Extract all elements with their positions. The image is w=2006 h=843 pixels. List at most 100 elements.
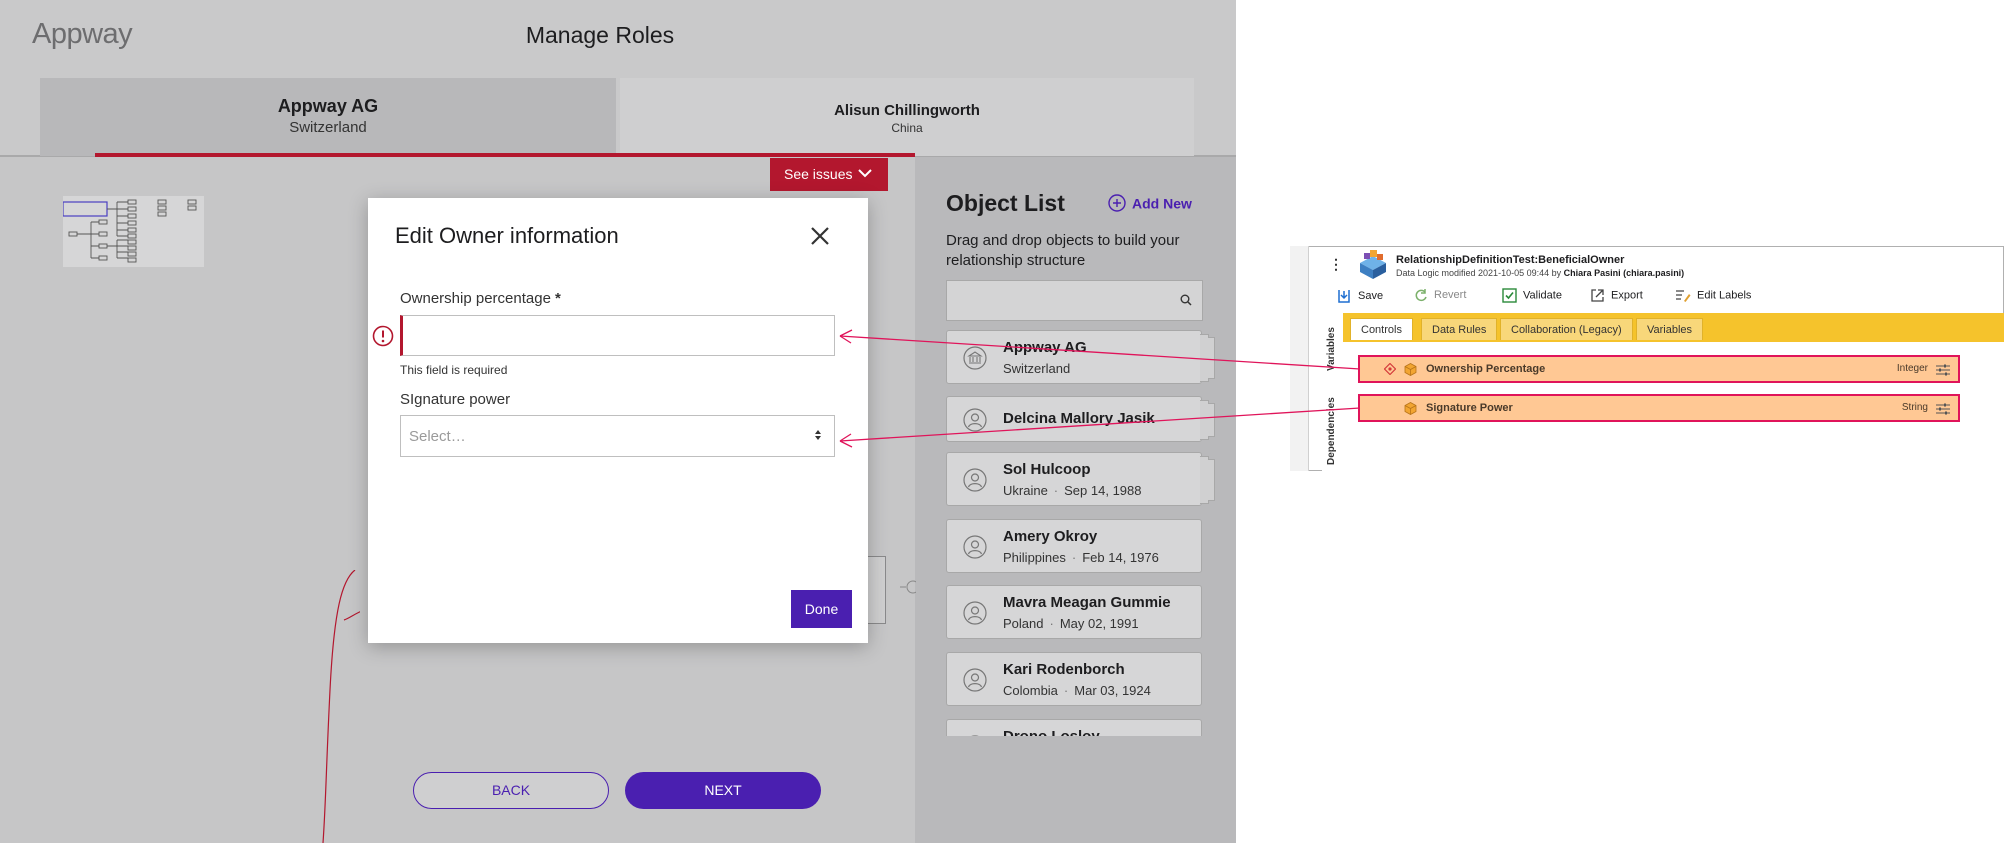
vtab-variables[interactable]: Variables xyxy=(1322,313,1343,375)
next-button[interactable]: NEXT xyxy=(625,772,821,809)
object-list: Appway AG Switzerland Delcina Mallory Ja… xyxy=(946,330,1221,736)
revert-label: Revert xyxy=(1434,289,1467,301)
ownership-percentage-input[interactable] xyxy=(400,315,835,356)
minimap-diagram xyxy=(62,199,197,263)
save-icon xyxy=(1338,290,1350,303)
control-row-signature-power[interactable]: Signature Power String xyxy=(1358,394,1960,422)
tab-title: Alisun Chillingworth xyxy=(834,102,980,119)
item-meta: Poland · May 02, 1991 xyxy=(1003,616,1139,631)
save-label: Save xyxy=(1358,290,1384,302)
edit-owner-modal: Edit Owner information Ownership percent… xyxy=(368,198,868,643)
add-new-button[interactable]: Add New xyxy=(1108,194,1192,212)
add-new-label: Add New xyxy=(1132,195,1192,212)
back-button[interactable]: BACK xyxy=(413,772,609,809)
item-name: Delcina Mallory Jasik xyxy=(1003,410,1155,427)
more-menu-icon[interactable]: ⋮ xyxy=(1329,256,1343,273)
bank-icon xyxy=(963,346,987,370)
card-stack-shadow xyxy=(1208,403,1215,437)
person-icon xyxy=(963,601,987,625)
vtab-dependencies[interactable]: Dependencies xyxy=(1322,381,1343,471)
close-icon[interactable] xyxy=(808,224,832,248)
item-country: Colombia xyxy=(1003,683,1058,698)
tab-appway-ag[interactable]: Appway AG Switzerland xyxy=(40,78,616,156)
item-meta: Ukraine · Sep 14, 1988 xyxy=(1003,483,1142,498)
signature-power-label: SIgnature power xyxy=(400,391,511,408)
item-country: Philippines xyxy=(1003,550,1066,565)
sliders-icon[interactable] xyxy=(1936,364,1950,376)
canvas-node-handle[interactable] xyxy=(900,578,916,596)
validate-button[interactable]: Validate xyxy=(1502,288,1562,303)
ide-title: RelationshipDefinitionTest:BeneficialOwn… xyxy=(1396,254,1625,266)
list-item[interactable]: Kari Rodenborch Colombia · Mar 03, 1924 xyxy=(946,652,1202,706)
list-item[interactable]: Amery Okroy Philippines · Feb 14, 1976 xyxy=(946,519,1202,573)
object-list-title: Object List xyxy=(946,190,1065,216)
control-type: Integer xyxy=(1896,363,1928,374)
edit-labels-label: Edit Labels xyxy=(1697,289,1752,302)
item-country: Ukraine xyxy=(1003,483,1048,498)
card-stack-shadow xyxy=(1208,459,1215,501)
list-item[interactable]: Sol Hulcoop Ukraine · Sep 14, 1988 xyxy=(946,452,1215,506)
item-name: Sol Hulcoop xyxy=(1003,461,1091,478)
item-date: Feb 14, 1976 xyxy=(1082,550,1159,565)
person-icon xyxy=(963,668,987,692)
item-meta: Colombia · Mar 03, 1924 xyxy=(1003,683,1151,698)
item-date: Sep 14, 1988 xyxy=(1064,483,1142,498)
control-name: Ownership Percentage xyxy=(1426,363,1546,375)
cube-icon xyxy=(1404,363,1417,376)
tab-variables[interactable]: Variables xyxy=(1636,318,1704,340)
person-icon xyxy=(963,535,987,559)
see-issues-button[interactable]: See issues xyxy=(770,158,888,191)
canvas-minimap[interactable] xyxy=(62,196,204,267)
page-title: Manage Roles xyxy=(525,22,675,48)
tab-data-rules[interactable]: Data Rules xyxy=(1421,318,1498,340)
tab-alisun-chillingworth[interactable]: Alisun Chillingworth China xyxy=(620,78,1194,156)
object-search-input[interactable] xyxy=(946,280,1203,321)
edit-labels-button[interactable]: Edit Labels xyxy=(1675,288,1751,303)
tab-controls[interactable]: Controls xyxy=(1350,318,1413,340)
item-meta: Switzerland xyxy=(1003,361,1070,376)
revert-button[interactable]: Revert xyxy=(1414,288,1466,302)
control-row-ownership-percentage[interactable]: Ownership Percentage Integer xyxy=(1358,355,1960,383)
item-name: Kari Rodenborch xyxy=(1003,661,1125,678)
select-placeholder: Select… xyxy=(409,428,466,445)
select-arrows-icon xyxy=(815,430,821,440)
search-icon xyxy=(1180,294,1192,306)
see-issues-label: See issues xyxy=(784,166,853,182)
list-item[interactable]: Mavra Meagan Gummie Poland · May 02, 1991 xyxy=(946,585,1202,639)
export-icon xyxy=(1591,289,1604,302)
item-name: Mavra Meagan Gummie xyxy=(1003,594,1171,611)
done-button[interactable]: Done xyxy=(791,590,852,628)
control-name: Signature Power xyxy=(1426,402,1513,414)
list-item[interactable]: Delcina Mallory Jasik xyxy=(946,396,1215,442)
list-item[interactable]: Appway AG Switzerland xyxy=(946,330,1215,384)
modal-title: Edit Owner information xyxy=(395,223,619,248)
field-error-message: This field is required xyxy=(400,363,508,377)
edit-labels-icon xyxy=(1676,290,1691,302)
item-meta: Philippines · Feb 14, 1976 xyxy=(1003,550,1159,565)
export-button[interactable]: Export xyxy=(1590,288,1643,303)
item-date: May 02, 1991 xyxy=(1059,616,1139,631)
plus-circle-icon xyxy=(1108,194,1126,212)
person-icon xyxy=(963,408,987,432)
item-name: Amery Okroy xyxy=(1003,528,1098,545)
revert-icon xyxy=(1415,289,1427,302)
canvas-node-card[interactable] xyxy=(868,556,886,624)
ownership-label-text: Ownership percentage xyxy=(400,290,551,307)
list-item[interactable]: Drono Losloy xyxy=(946,719,1202,736)
ide-subtitle: Data Logic modified 2021-10-05 09:44 by … xyxy=(1396,268,1684,278)
item-country: Switzerland xyxy=(1003,361,1071,376)
save-button[interactable]: Save xyxy=(1336,288,1383,304)
item-date: Mar 03, 1924 xyxy=(1074,683,1151,698)
canvas-connector-line xyxy=(322,570,360,843)
object-list-hint: Drag and drop objects to build your rela… xyxy=(946,232,1180,269)
ownership-percentage-label: Ownership percentage * xyxy=(400,290,561,307)
item-country: Poland xyxy=(1003,616,1044,631)
tab-subtitle: China xyxy=(891,121,923,135)
tab-title: Appway AG xyxy=(277,96,379,116)
sliders-icon[interactable] xyxy=(1936,403,1950,415)
signature-power-select[interactable]: Select… xyxy=(400,415,835,457)
control-type: String xyxy=(1901,402,1928,413)
tab-collaboration-legacy[interactable]: Collaboration (Legacy) xyxy=(1500,318,1633,340)
validate-icon xyxy=(1502,288,1517,303)
ide-left-gutter xyxy=(1290,246,1309,471)
